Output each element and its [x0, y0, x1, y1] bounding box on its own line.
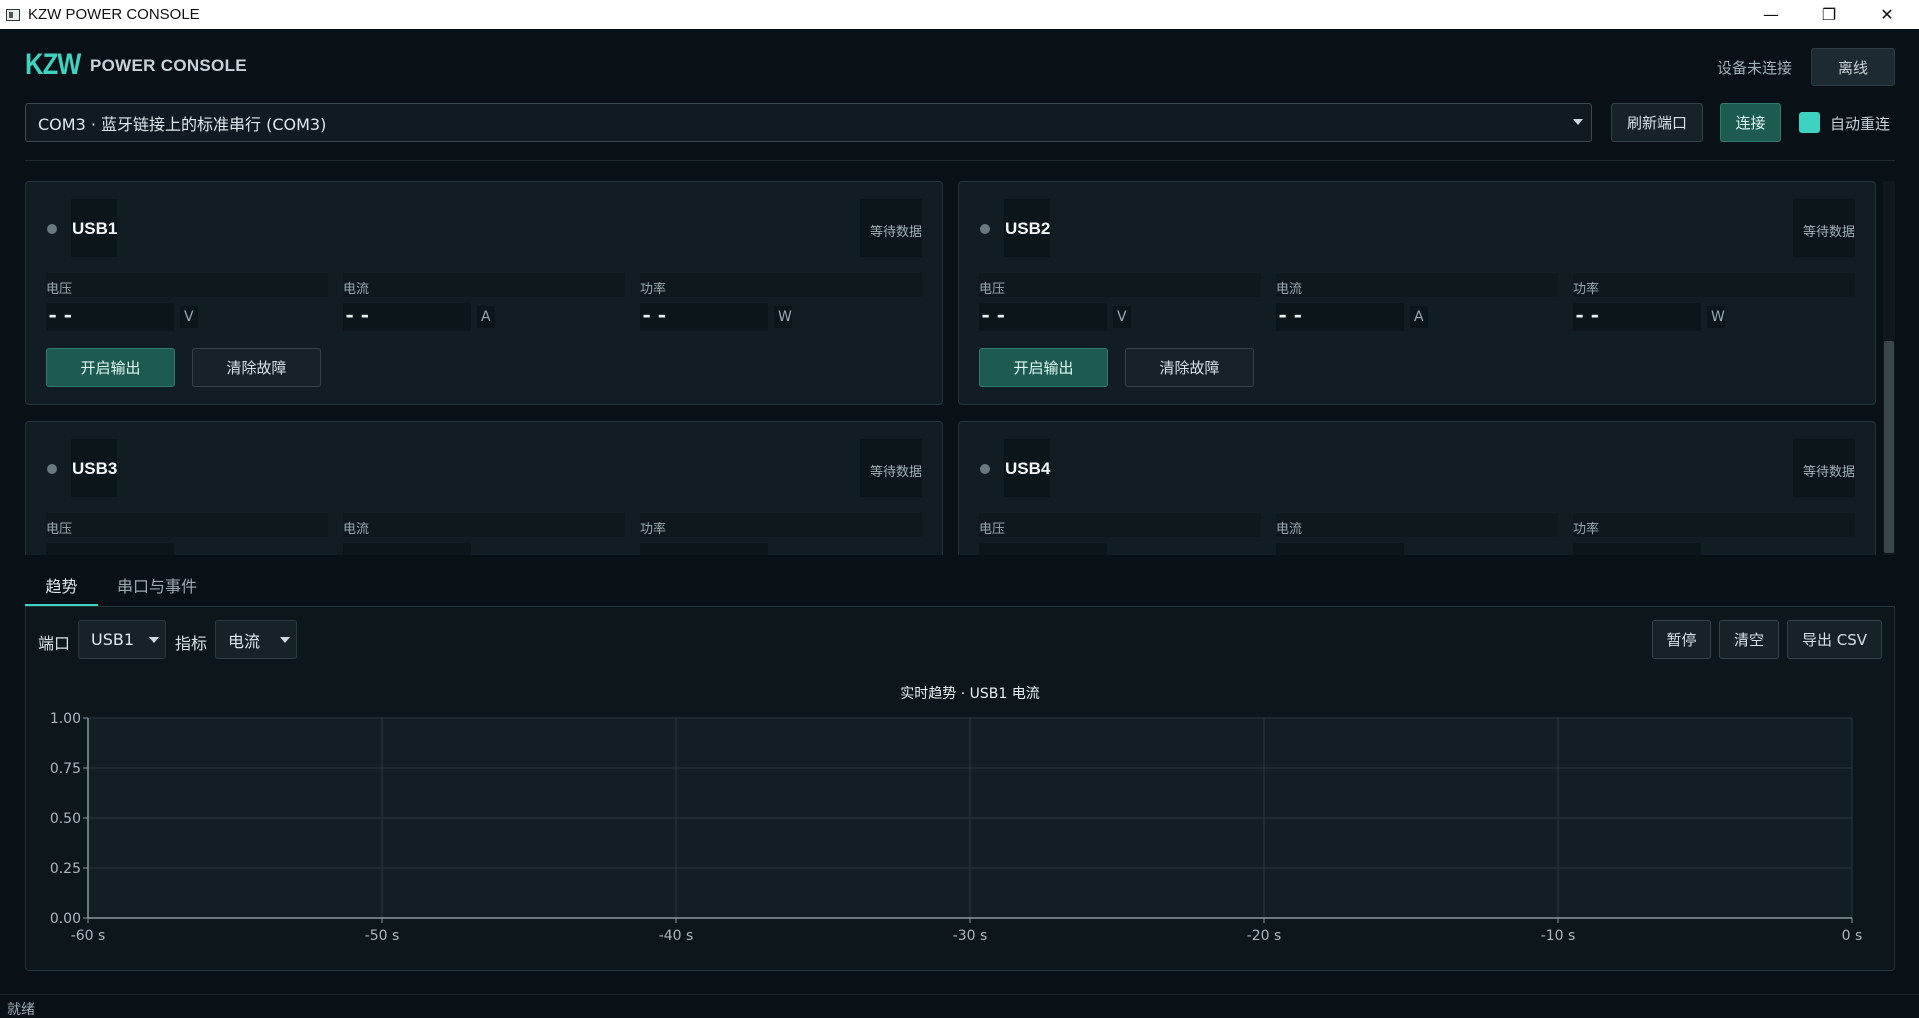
x-tick-label: -50 s [365, 928, 400, 944]
x-tick-label: -20 s [1247, 928, 1282, 944]
status-bar [0, 994, 1919, 1018]
x-tick-label: -30 s [953, 928, 988, 944]
y-tick-label: 0.50 [50, 811, 81, 827]
chart-title: 实时趋势 · USB1 电流 [900, 686, 1039, 702]
x-tick-label: -40 s [659, 928, 694, 944]
x-tick-label: 0 s [1842, 928, 1863, 944]
status-text: 就绪 [7, 1002, 35, 1018]
chart-grid [87, 717, 1853, 919]
chart-x-axis: -60 s -50 s -40 s -30 s -20 s -10 s 0 s [71, 917, 1863, 944]
x-tick-label: -10 s [1541, 928, 1576, 944]
chart-y-axis: 0.00 0.25 0.50 0.75 1.00 [50, 711, 89, 927]
y-tick-label: 1.00 [50, 711, 81, 727]
y-tick-label: 0.25 [50, 861, 81, 877]
x-tick-label: -60 s [71, 928, 106, 944]
trend-chart: 实时趋势 · USB1 电流 -60 s -50 s -40 s -30 s -20 s… [50, 686, 1863, 944]
y-tick-label: 0.00 [50, 911, 81, 927]
y-tick-label: 0.75 [50, 761, 81, 777]
